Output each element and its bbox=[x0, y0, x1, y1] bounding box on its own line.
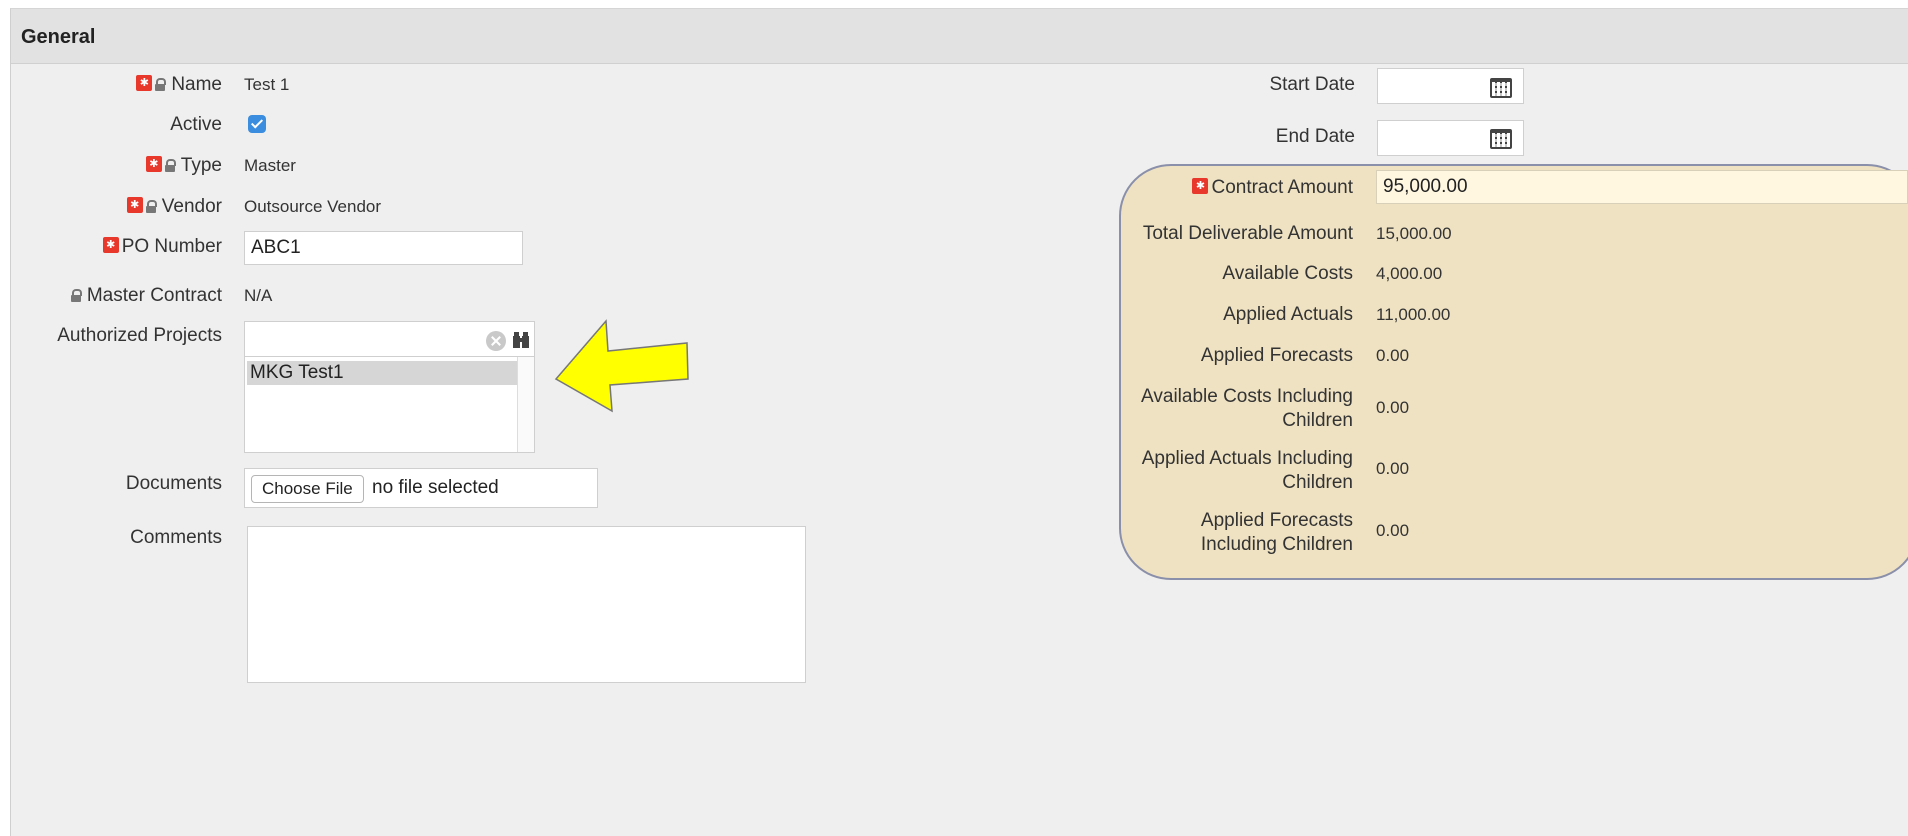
applied-forecasts-children-label: Applied Forecasts Including Children bbox=[1200, 510, 1353, 555]
required-icon bbox=[126, 197, 143, 213]
total-deliverable-label: Total Deliverable Amount bbox=[1142, 223, 1353, 244]
end-date-label: End Date bbox=[1275, 126, 1355, 147]
contract-amount-label-row: Contract Amount bbox=[1192, 176, 1353, 200]
applied-forecasts-children-value: 0.00 bbox=[1376, 521, 1410, 540]
lock-icon bbox=[70, 289, 82, 302]
available-costs-value: 4,000.00 bbox=[1376, 264, 1443, 283]
required-icon bbox=[102, 237, 119, 253]
section-header[interactable]: General bbox=[11, 9, 1908, 64]
type-value: Master bbox=[244, 156, 296, 175]
vendor-value: Outsource Vendor bbox=[244, 197, 382, 216]
active-label: Active bbox=[170, 114, 222, 135]
no-file-text: no file selected bbox=[372, 477, 499, 498]
po-label-row: PO Number bbox=[102, 235, 222, 259]
po-number-input[interactable]: ABC1 bbox=[244, 231, 523, 265]
total-deliverable-value: 15,000.00 bbox=[1376, 224, 1452, 243]
lock-icon bbox=[145, 200, 157, 213]
section-title: General bbox=[21, 26, 96, 48]
applied-actuals-children-label: Applied Actuals Including Children bbox=[1141, 448, 1353, 493]
master-contract-label-row: Master Contract bbox=[70, 284, 222, 308]
name-value: Test 1 bbox=[244, 75, 290, 94]
available-costs-children-label: Available Costs Including Children bbox=[1141, 386, 1353, 431]
master-contract-label: Master Contract bbox=[86, 285, 222, 306]
applied-actuals-children-value: 0.00 bbox=[1376, 459, 1410, 478]
calendar-icon[interactable] bbox=[1490, 78, 1512, 98]
vendor-label-row: Vendor bbox=[126, 195, 222, 219]
authorized-projects-list[interactable]: MKG Test1 bbox=[244, 356, 535, 453]
name-label-row: Name bbox=[136, 73, 222, 97]
list-item[interactable]: MKG Test1 bbox=[247, 361, 519, 385]
po-label: PO Number bbox=[121, 236, 222, 257]
active-checkbox[interactable] bbox=[248, 115, 266, 133]
available-costs-label: Available Costs bbox=[1222, 263, 1353, 284]
choose-file-button[interactable]: Choose File bbox=[251, 475, 364, 503]
contract-amount-input[interactable]: 95,000.00 bbox=[1376, 170, 1908, 204]
list-scrollbar[interactable] bbox=[517, 357, 534, 452]
lock-icon bbox=[164, 159, 176, 172]
contract-amount-label: Contract Amount bbox=[1211, 177, 1353, 198]
type-label: Type bbox=[180, 155, 222, 176]
applied-actuals-value: 11,000.00 bbox=[1376, 305, 1451, 324]
documents-label: Documents bbox=[125, 473, 222, 494]
start-date-label: Start Date bbox=[1269, 74, 1355, 95]
required-icon bbox=[136, 75, 153, 91]
binoculars-icon[interactable] bbox=[513, 332, 529, 348]
lock-icon bbox=[155, 78, 167, 91]
comments-textarea[interactable] bbox=[247, 526, 806, 683]
available-costs-children-value: 0.00 bbox=[1376, 398, 1410, 417]
type-label-row: Type bbox=[145, 154, 222, 178]
calendar-icon[interactable] bbox=[1490, 129, 1512, 149]
applied-forecasts-value: 0.00 bbox=[1376, 346, 1410, 365]
vendor-label: Vendor bbox=[161, 196, 222, 217]
arrow-annotation bbox=[554, 319, 689, 413]
comments-label: Comments bbox=[130, 527, 222, 548]
name-label: Name bbox=[171, 74, 222, 95]
documents-file-field: Choose File no file selected bbox=[244, 468, 598, 508]
master-contract-value: N/A bbox=[244, 286, 273, 305]
required-icon bbox=[145, 156, 162, 172]
clear-icon[interactable] bbox=[486, 331, 506, 351]
applied-forecasts-label: Applied Forecasts bbox=[1200, 345, 1353, 366]
authorized-projects-label: Authorized Projects bbox=[57, 325, 222, 346]
applied-actuals-label: Applied Actuals bbox=[1223, 304, 1353, 325]
required-icon bbox=[1192, 178, 1209, 194]
